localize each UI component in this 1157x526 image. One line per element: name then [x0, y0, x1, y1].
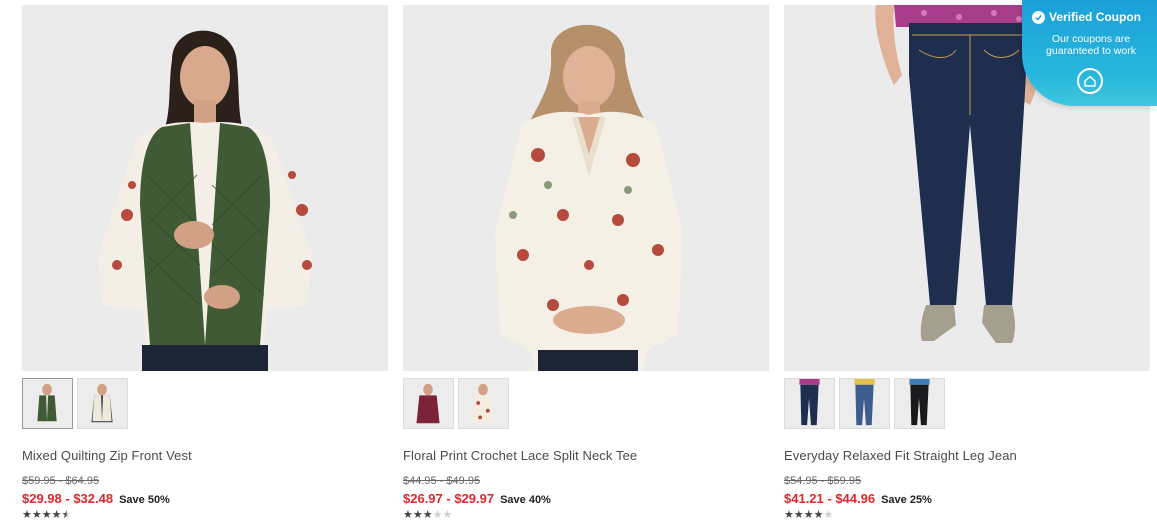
star-icon: ★: [803, 509, 814, 521]
check-circle-icon: [1032, 10, 1045, 24]
original-price: $44.95 - $49.95: [403, 475, 481, 487]
sale-row: $26.97 - $29.97 Save 40%: [403, 490, 551, 508]
coupon-subtitle: Our coupons are guaranteed to work: [1046, 33, 1136, 57]
coupon-title: Verified Coupon: [1049, 10, 1142, 24]
star-icon: ★: [784, 509, 794, 521]
thumbnail-strip: [403, 378, 509, 430]
product-image[interactable]: [22, 5, 388, 371]
sale-price: $26.97 - $29.97: [403, 491, 495, 506]
save-badge: Save 40%: [500, 494, 551, 506]
home-logo-icon[interactable]: [1077, 68, 1103, 94]
half-star-icon: ★: [61, 509, 72, 521]
rating-stars[interactable]: ★★★★★: [403, 509, 452, 521]
rating-stars[interactable]: ★★★★★: [784, 509, 833, 521]
thumbnail-burgundy-tee[interactable]: [403, 378, 454, 429]
verified-coupon-badge[interactable]: Verified Coupon Our coupons are guarante…: [1022, 0, 1157, 106]
save-badge: Save 50%: [119, 494, 170, 506]
sale-price: $29.98 - $32.48: [22, 491, 114, 506]
product-photo-vest: [22, 5, 388, 371]
star-icon: ★: [22, 509, 32, 521]
thumbnail-strip: [784, 378, 945, 430]
product-title[interactable]: Everyday Relaxed Fit Straight Leg Jean: [784, 448, 1017, 463]
star-icon: ★: [403, 509, 413, 521]
original-price: $59.95 - $64.95: [22, 475, 100, 487]
star-icon: ★: [813, 509, 824, 521]
thumbnail-green-vest[interactable]: [22, 378, 73, 429]
product-title[interactable]: Floral Print Crochet Lace Split Neck Tee: [403, 448, 637, 463]
coupon-header: Verified Coupon: [1032, 10, 1141, 24]
original-price: $54.95 - $59.95: [784, 475, 862, 487]
star-icon: ★: [422, 509, 433, 521]
star-icon: ★: [412, 509, 423, 521]
product-image[interactable]: [403, 5, 769, 371]
thumbnail-cream-floral-tee[interactable]: [458, 378, 509, 429]
empty-star-icon: ★: [823, 509, 834, 521]
sale-row: $41.21 - $44.96 Save 25%: [784, 490, 932, 508]
save-badge: Save 25%: [881, 494, 932, 506]
thumbnail-black-jean[interactable]: [894, 378, 945, 429]
thumbnail-cream-vest[interactable]: [77, 378, 128, 429]
product-photo-tee: [403, 5, 769, 371]
thumbnail-dark-wash-jean[interactable]: [784, 378, 835, 429]
star-icon: ★: [51, 509, 62, 521]
thumbnail-strip: [22, 378, 128, 430]
thumbnail-medium-wash-jean[interactable]: [839, 378, 890, 429]
product-grid: Mixed Quilting Zip Front Vest $59.95 - $…: [0, 0, 1157, 526]
rating-stars[interactable]: ★★★★★: [22, 509, 71, 521]
star-icon: ★: [793, 509, 804, 521]
empty-star-icon: ★: [442, 509, 453, 521]
sale-row: $29.98 - $32.48 Save 50%: [22, 490, 170, 508]
star-icon: ★: [41, 509, 52, 521]
product-card: Mixed Quilting Zip Front Vest $59.95 - $…: [22, 5, 388, 526]
star-icon: ★: [31, 509, 42, 521]
product-title[interactable]: Mixed Quilting Zip Front Vest: [22, 448, 192, 463]
sale-price: $41.21 - $44.96: [784, 491, 876, 506]
empty-star-icon: ★: [432, 509, 443, 521]
product-card: Floral Print Crochet Lace Split Neck Tee…: [403, 5, 769, 526]
